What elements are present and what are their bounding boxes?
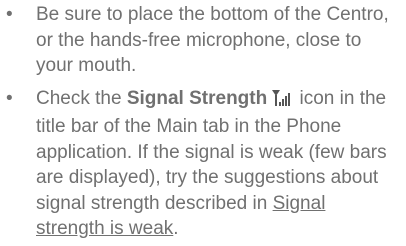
document-bullet-list: • Be sure to place the bottom of the Cen…: [0, 0, 406, 242]
signal-strength-label: Signal Strength: [126, 87, 268, 109]
list-item: • Check the Signal Strength icon in the …: [0, 86, 392, 242]
list-item: • Be sure to place the bottom of the Cen…: [0, 2, 392, 79]
bullet-text-intro: Check the: [36, 87, 127, 109]
signal-strength-icon: [271, 89, 293, 115]
bullet-text-end: .: [173, 218, 179, 239]
bullet-marker: •: [6, 4, 13, 25]
bullet-text: Be sure to place the bottom of the Centr…: [36, 4, 389, 76]
bullet-marker: •: [6, 87, 13, 109]
